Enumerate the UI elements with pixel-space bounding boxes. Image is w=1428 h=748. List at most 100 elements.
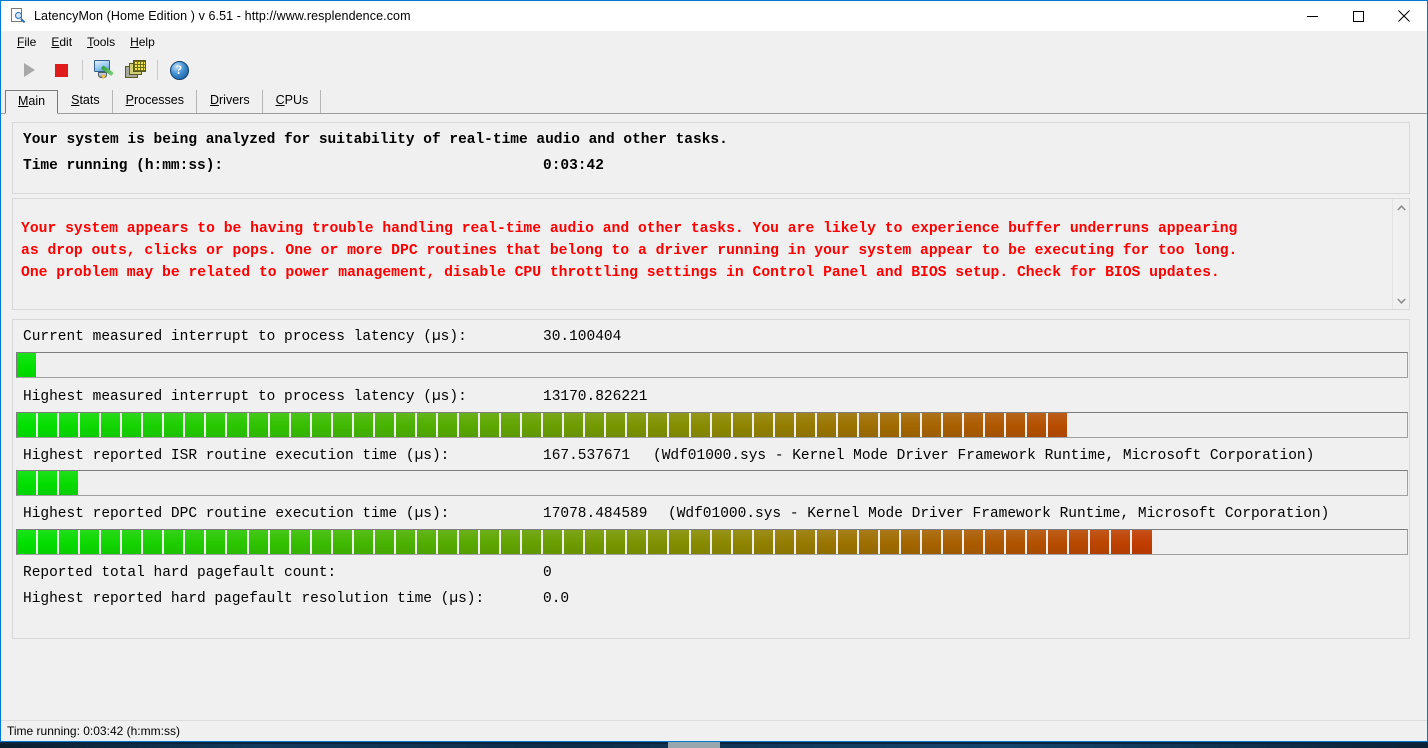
tab-stats[interactable]: Stats: [59, 90, 113, 113]
warning-scrollbar[interactable]: [1392, 199, 1409, 309]
metric-label-highest-interrupt-latency: Highest measured interrupt to process la…: [23, 389, 467, 405]
progress-bar-highest-interrupt-latency: [16, 412, 1408, 438]
progress-segment: [816, 530, 836, 554]
progress-segment: [648, 413, 668, 437]
progress-segment: [1048, 413, 1068, 437]
progress-segment: [879, 413, 899, 437]
progress-segment: [269, 530, 289, 554]
warning-line-3: One problem may be related to power mana…: [21, 265, 1220, 281]
stop-monitoring-button[interactable]: [45, 55, 77, 85]
progress-segment: [543, 413, 563, 437]
progress-segment: [1048, 530, 1068, 554]
toolbar-separator-1: [82, 60, 83, 80]
minimize-button[interactable]: [1289, 1, 1335, 31]
main-tab-content: Your system is being analyzed for suitab…: [1, 114, 1427, 720]
app-document-magnifier-icon: [10, 8, 26, 24]
toolbar-separator-2: [157, 60, 158, 80]
metrics-panel: Current measured interrupt to process la…: [12, 319, 1410, 639]
menu-help[interactable]: Help: [123, 33, 163, 51]
progress-segment: [858, 530, 878, 554]
cascade-windows-button[interactable]: [120, 55, 152, 85]
progress-segment: [38, 471, 58, 495]
metric-value-highest-isr-execution-time: 167.537671: [543, 448, 631, 464]
progress-segment: [290, 413, 310, 437]
progress-segment: [943, 413, 963, 437]
progress-segment: [248, 413, 268, 437]
progress-segment: [627, 413, 647, 437]
progress-segment: [122, 413, 142, 437]
scroll-down-icon[interactable]: [1393, 292, 1409, 309]
progress-segment: [374, 530, 394, 554]
progress-segment: [395, 413, 415, 437]
title-bar: LatencyMon (Home Edition ) v 6.51 - http…: [1, 1, 1427, 31]
progress-segment: [332, 530, 352, 554]
help-button[interactable]: ?: [163, 55, 195, 85]
metric-value-current-interrupt-latency: 30.100404: [543, 329, 622, 345]
metric-driver-highest-dpc-execution-time: (Wdf01000.sys - Kernel Mode Driver Frame…: [668, 506, 1330, 522]
tab-processes-label: rocesses: [133, 93, 184, 107]
system-info-button[interactable]: [88, 55, 120, 85]
scrollbar-track[interactable]: [1393, 216, 1409, 292]
progress-segment: [143, 530, 163, 554]
progress-segment: [837, 413, 857, 437]
tab-main[interactable]: Main: [5, 90, 59, 114]
progress-segment: [501, 413, 521, 437]
monitor-pen-icon: [93, 60, 115, 80]
close-button[interactable]: [1381, 1, 1427, 31]
progress-segment: [900, 413, 921, 437]
progress-segment: [480, 530, 500, 554]
progress-segment: [353, 413, 373, 437]
progress-segment: [458, 413, 479, 437]
latencymon-window: LatencyMon (Home Edition ) v 6.51 - http…: [0, 0, 1428, 742]
progress-segment: [38, 413, 58, 437]
menu-edit-label: dit: [59, 34, 73, 49]
progress-segment: [59, 530, 79, 554]
progress-segment: [353, 530, 373, 554]
progress-segment: [1090, 530, 1110, 554]
warning-panel: Your system appears to be having trouble…: [12, 198, 1410, 310]
progress-segment: [480, 413, 500, 437]
progress-segment: [311, 530, 331, 554]
progress-segment: [964, 413, 984, 437]
progress-segment: [437, 530, 457, 554]
progress-bar-highest-dpc-execution-time: [16, 529, 1408, 555]
progress-segment: [59, 413, 79, 437]
menu-bar: File Edit Tools Help: [1, 31, 1427, 53]
progress-segment: [1132, 530, 1152, 554]
progress-segment: [606, 530, 626, 554]
progress-segment: [690, 530, 710, 554]
progress-segment: [332, 413, 352, 437]
menu-edit[interactable]: Edit: [44, 33, 80, 51]
analysis-headline: Your system is being analyzed for suitab…: [23, 132, 728, 148]
progress-segment: [606, 413, 626, 437]
progress-segment: [900, 530, 921, 554]
progress-segment: [753, 413, 773, 437]
progress-segment: [732, 530, 752, 554]
tab-cpus-label: PUs: [284, 93, 309, 107]
start-monitoring-button[interactable]: [13, 55, 45, 85]
menu-tools[interactable]: Tools: [80, 33, 123, 51]
tab-drivers-label: rivers: [219, 93, 250, 107]
scroll-up-icon[interactable]: [1393, 199, 1409, 216]
menu-file[interactable]: File: [10, 33, 44, 51]
progress-segment: [416, 530, 436, 554]
progress-segment: [837, 530, 857, 554]
progress-segment: [1069, 530, 1089, 554]
progress-segment: [1027, 530, 1047, 554]
toolbar: ?: [1, 53, 1427, 87]
window-controls: [1289, 1, 1427, 31]
progress-segment: [17, 413, 37, 437]
cascade-windows-icon: [125, 60, 147, 80]
tab-cpus[interactable]: CPUs: [264, 90, 322, 113]
maximize-button[interactable]: [1335, 1, 1381, 31]
progress-segment: [543, 530, 563, 554]
progress-segment: [164, 413, 184, 437]
tab-stats-label: tats: [79, 93, 100, 107]
progress-segment: [816, 413, 836, 437]
tab-drivers[interactable]: Drivers: [198, 90, 263, 113]
tab-main-label: ain: [28, 94, 46, 108]
tab-processes[interactable]: Processes: [114, 90, 197, 113]
tab-main-accel: M: [18, 94, 29, 108]
progress-segment: [711, 413, 731, 437]
progress-segment: [858, 413, 878, 437]
